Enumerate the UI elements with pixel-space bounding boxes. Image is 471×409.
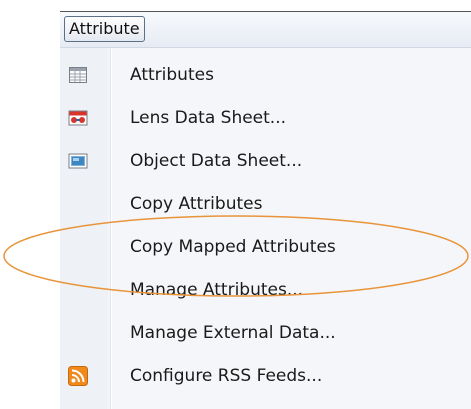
menu-item-label: Manage External Data... [130, 323, 336, 343]
menu-item-copy-mapped-attributes[interactable]: Copy Mapped Attributes [60, 228, 471, 266]
object-data-sheet-icon [68, 151, 88, 171]
menu-item-label: Copy Attributes [130, 194, 263, 214]
stage: Attribute Attributes Lens Data Sheet... … [0, 0, 471, 409]
menu-item-copy-attributes[interactable]: Copy Attributes [60, 185, 471, 223]
attribute-menu-button[interactable]: Attribute [64, 16, 145, 42]
menu-item-label: Copy Mapped Attributes [130, 237, 336, 257]
table-icon [68, 65, 88, 85]
menu-item-lens-data-sheet[interactable]: Lens Data Sheet... [60, 99, 471, 137]
menu-item-manage-attributes[interactable]: Manage Attributes... [60, 271, 471, 309]
rss-icon [68, 366, 88, 386]
menubar: Attribute [60, 12, 471, 48]
menu-item-label: Manage Attributes... [130, 280, 304, 300]
menu-item-manage-external-data[interactable]: Manage External Data... [60, 314, 471, 352]
menu-item-label: Object Data Sheet... [130, 151, 303, 171]
menu-item-configure-rss-feeds[interactable]: Configure RSS Feeds... [60, 357, 471, 395]
menu-item-label: Attributes [130, 65, 214, 85]
menu-item-label: Lens Data Sheet... [130, 108, 287, 128]
menu-item-attributes[interactable]: Attributes [60, 56, 471, 94]
menu-item-object-data-sheet[interactable]: Object Data Sheet... [60, 142, 471, 180]
menu-item-label: Configure RSS Feeds... [130, 366, 323, 386]
lens-data-sheet-icon [68, 108, 88, 128]
attribute-dropdown-menu: Attributes Lens Data Sheet... Object Dat… [60, 48, 471, 409]
